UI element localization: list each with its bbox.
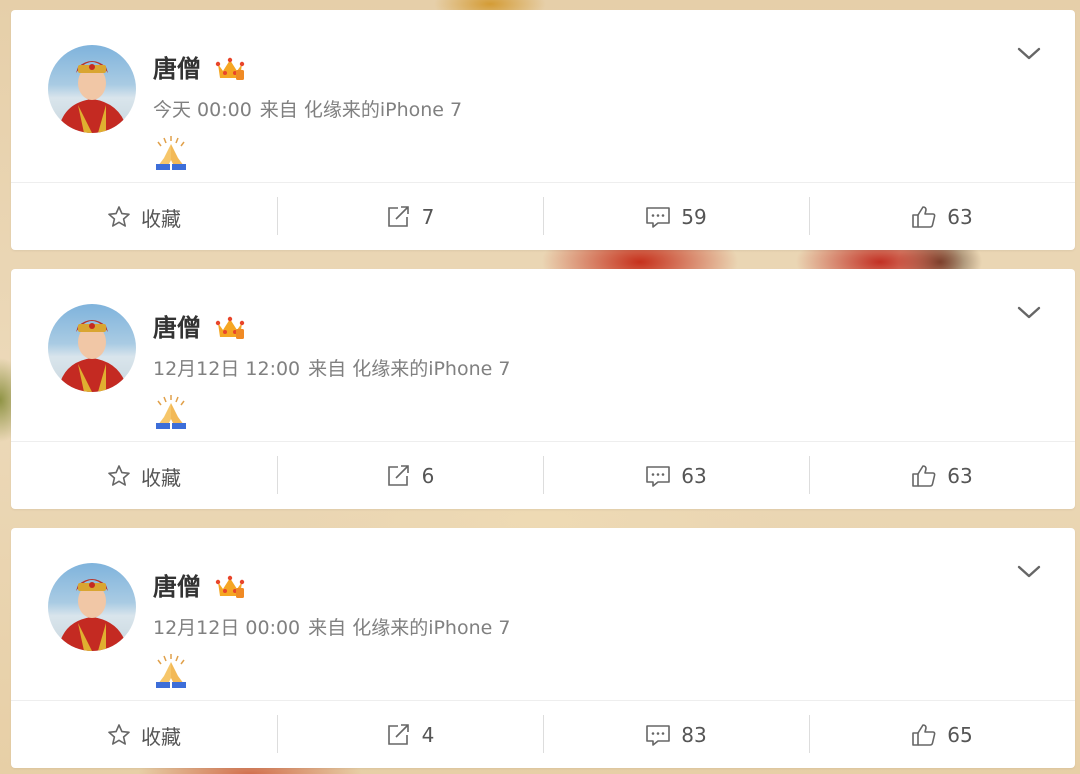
- action-bar: 收藏 4 83 65: [11, 700, 1075, 769]
- username[interactable]: 唐僧: [153, 572, 201, 602]
- post-meta: 今天 00:00 来自 化缘来的iPhone 7: [153, 98, 470, 122]
- chevron-down-icon[interactable]: [1017, 305, 1041, 321]
- post-meta: 12月12日 12:00 来自 化缘来的iPhone 7: [153, 357, 518, 381]
- comment-count: 59: [681, 205, 707, 229]
- repost-icon: [387, 724, 409, 745]
- comment-button[interactable]: 63: [543, 442, 809, 510]
- post-source[interactable]: 来自 化缘来的iPhone 7: [308, 617, 510, 639]
- comment-count: 83: [681, 723, 707, 747]
- comment-icon: [646, 466, 671, 487]
- post-time: 今天 00:00: [153, 99, 252, 121]
- pray-icon: [152, 395, 190, 429]
- favorite-button[interactable]: 收藏: [11, 701, 277, 769]
- repost-button[interactable]: 7: [277, 183, 543, 251]
- favorite-label: 收藏: [141, 465, 181, 490]
- username[interactable]: 唐僧: [153, 313, 201, 343]
- repost-button[interactable]: 4: [277, 701, 543, 769]
- star-icon: [108, 206, 130, 227]
- vip-crown-icon[interactable]: [215, 56, 245, 82]
- favorite-button[interactable]: 收藏: [11, 183, 277, 251]
- weibo-post-card: 唐僧 12月12日 12:00 来自 化缘来的iPhone 7 收藏 6 63 …: [11, 269, 1075, 509]
- comment-icon: [646, 725, 671, 746]
- post-time: 12月12日 12:00: [153, 358, 301, 380]
- like-count: 63: [947, 205, 973, 229]
- action-bar: 收藏 6 63 63: [11, 441, 1075, 510]
- post-time: 12月12日 00:00: [153, 617, 301, 639]
- weibo-post-card: 唐僧 今天 00:00 来自 化缘来的iPhone 7 收藏 7 59 63: [11, 10, 1075, 250]
- weibo-post-card: 唐僧 12月12日 00:00 来自 化缘来的iPhone 7 收藏 4 83 …: [11, 528, 1075, 768]
- star-icon: [108, 724, 130, 745]
- post-source[interactable]: 来自 化缘来的iPhone 7: [308, 358, 510, 380]
- like-count: 63: [947, 464, 973, 488]
- favorite-label: 收藏: [141, 206, 181, 231]
- vip-crown-icon[interactable]: [215, 574, 245, 600]
- pray-icon: [152, 654, 190, 688]
- vip-crown-icon[interactable]: [215, 315, 245, 341]
- star-icon: [108, 465, 130, 486]
- repost-count: 7: [421, 205, 435, 229]
- pray-icon: [152, 136, 190, 170]
- thumbs-up-icon: [912, 206, 936, 228]
- avatar[interactable]: [48, 304, 136, 392]
- action-bar: 收藏 7 59 63: [11, 182, 1075, 251]
- post-source[interactable]: 来自 化缘来的iPhone 7: [260, 99, 462, 121]
- chevron-down-icon[interactable]: [1017, 564, 1041, 580]
- comment-count: 63: [681, 464, 707, 488]
- repost-count: 6: [421, 464, 435, 488]
- comment-button[interactable]: 59: [543, 183, 809, 251]
- username[interactable]: 唐僧: [153, 54, 201, 84]
- repost-count: 4: [421, 723, 435, 747]
- repost-icon: [387, 465, 409, 486]
- like-count: 65: [947, 723, 973, 747]
- repost-button[interactable]: 6: [277, 442, 543, 510]
- avatar[interactable]: [48, 563, 136, 651]
- comment-icon: [646, 207, 671, 228]
- favorite-label: 收藏: [141, 724, 181, 749]
- like-button[interactable]: 65: [809, 701, 1075, 769]
- post-meta: 12月12日 00:00 来自 化缘来的iPhone 7: [153, 616, 518, 640]
- repost-icon: [387, 206, 409, 227]
- like-button[interactable]: 63: [809, 442, 1075, 510]
- comment-button[interactable]: 83: [543, 701, 809, 769]
- like-button[interactable]: 63: [809, 183, 1075, 251]
- thumbs-up-icon: [912, 724, 936, 746]
- chevron-down-icon[interactable]: [1017, 46, 1041, 62]
- avatar[interactable]: [48, 45, 136, 133]
- thumbs-up-icon: [912, 465, 936, 487]
- favorite-button[interactable]: 收藏: [11, 442, 277, 510]
